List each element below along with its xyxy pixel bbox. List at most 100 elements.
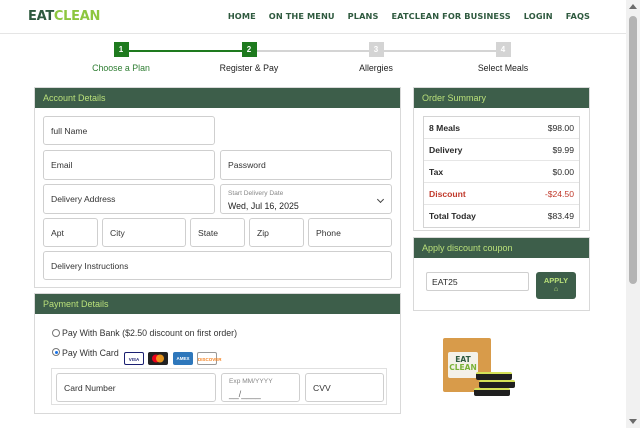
summary-row-meals: 8 Meals $98.00: [424, 117, 579, 139]
step-register-pay[interactable]: 2 Register & Pay: [194, 42, 304, 73]
apt-placeholder: Apt: [51, 227, 64, 238]
email-input[interactable]: Email: [43, 150, 215, 180]
nav-on-the-menu[interactable]: ON THE MENU: [269, 11, 335, 21]
step-label-1: Choose a Plan: [92, 63, 150, 73]
start-date-label: Start Delivery Date: [228, 190, 284, 197]
phone-input[interactable]: Phone: [308, 218, 392, 247]
city-placeholder: City: [110, 227, 125, 238]
summary-row-delivery: Delivery $9.99: [424, 139, 579, 161]
card-number-input[interactable]: Card Number: [56, 373, 216, 402]
page-scrollbar[interactable]: [626, 0, 640, 428]
password-input[interactable]: Password: [220, 150, 392, 180]
full-name-input[interactable]: full Name: [43, 116, 215, 145]
discount-coupon-title: Apply discount coupon: [414, 238, 589, 258]
summary-label-delivery: Delivery: [429, 144, 463, 155]
card-number-placeholder: Card Number: [64, 382, 116, 393]
bag-logo-clean: CLEAN: [449, 363, 477, 372]
step-label-3: Allergies: [359, 63, 393, 73]
bag-label: EAT CLEAN: [448, 352, 478, 378]
account-details-title: Account Details: [35, 88, 400, 108]
scroll-up-arrow-icon[interactable]: [629, 4, 637, 9]
nav-login[interactable]: LOGIN: [524, 11, 553, 21]
main-nav: HOME ON THE MENU PLANS EATCLEAN FOR BUSI…: [228, 11, 590, 21]
step-number-1: 1: [113, 42, 129, 57]
phone-placeholder: Phone: [316, 227, 341, 238]
card-fields-group: Card Number Exp MM/YYYY __/____ CVV: [51, 368, 387, 405]
summary-value-tax: $0.00: [552, 166, 574, 177]
pay-with-card-label[interactable]: Pay With Card: [62, 348, 119, 358]
summary-value-discount: -$24.50: [544, 188, 574, 199]
footer-text-cutoff: [40, 421, 580, 427]
summary-label-tax: Tax: [429, 166, 444, 177]
tag-icon: ⌂: [553, 286, 559, 293]
summary-label-meals: 8 Meals: [429, 122, 461, 133]
eatclean-logo[interactable]: EATCLEAN: [28, 9, 100, 24]
full-name-placeholder: full Name: [51, 125, 88, 136]
summary-value-delivery: $9.99: [552, 144, 574, 155]
delivery-address-input[interactable]: Delivery Address: [43, 184, 215, 214]
discover-card-icon: DISCOVER: [197, 352, 222, 365]
summary-row-tax: Tax $0.00: [424, 161, 579, 183]
state-input[interactable]: State: [190, 218, 245, 247]
step-select-meals[interactable]: 4 Select Meals: [448, 42, 558, 73]
coupon-code-value: EAT25: [432, 277, 458, 287]
pay-with-card-radio[interactable]: [52, 348, 60, 356]
apply-coupon-button[interactable]: APPLY ⌂: [536, 272, 576, 299]
visa-card-icon: VISA: [124, 352, 144, 365]
discount-coupon-panel: Apply discount coupon EAT25 APPLY ⌂: [413, 237, 590, 311]
meal-container: [476, 372, 512, 380]
step-number-2: 2: [241, 42, 257, 57]
chevron-down-icon: [376, 195, 385, 204]
order-summary-title: Order Summary: [414, 88, 589, 108]
summary-value-total: $83.49: [547, 211, 574, 221]
logo-clean: CLEAN: [53, 9, 101, 24]
delivery-address-placeholder: Delivery Address: [51, 194, 116, 204]
state-placeholder: State: [198, 227, 219, 238]
checkout-stepper: 1 Choose a Plan 2 Register & Pay 3 Aller…: [0, 42, 626, 82]
meal-container: [479, 380, 515, 388]
step-number-4: 4: [495, 42, 511, 57]
nav-plans[interactable]: PLANS: [348, 11, 379, 21]
order-summary-table: 8 Meals $98.00 Delivery $9.99 Tax $0.00 …: [423, 116, 580, 228]
start-delivery-date-select[interactable]: Start Delivery Date Wed, Jul 16, 2025: [220, 184, 392, 214]
step-label-4: Select Meals: [477, 63, 529, 73]
summary-row-total: Total Today $83.49: [424, 205, 579, 227]
delivery-instructions-placeholder: Delivery Instructions: [51, 260, 129, 271]
apply-button-label: APPLY: [543, 276, 569, 285]
scroll-down-arrow-icon[interactable]: [629, 419, 637, 424]
pay-with-bank-label[interactable]: Pay With Bank ($2.50 discount on first o…: [62, 328, 237, 338]
scroll-thumb[interactable]: [629, 16, 637, 284]
summary-label-total: Total Today: [429, 211, 476, 221]
site-header: EATCLEAN HOME ON THE MENU PLANS EATCLEAN…: [0, 0, 626, 34]
order-summary-panel: Order Summary 8 Meals $98.00 Delivery $9…: [413, 87, 590, 231]
step-label-2: Register & Pay: [219, 63, 279, 73]
password-placeholder: Password: [228, 160, 266, 170]
expiry-label: Exp MM/YYYY: [229, 378, 273, 385]
step-choose-plan[interactable]: 1 Choose a Plan: [66, 42, 176, 73]
pay-with-bank-radio[interactable]: [52, 329, 60, 337]
mastercard-icon: [148, 352, 168, 365]
summary-label-discount: Discount: [429, 188, 466, 199]
nav-faqs[interactable]: FAQS: [566, 11, 590, 21]
email-placeholder: Email: [51, 160, 73, 170]
expiry-mask: __/____: [229, 389, 261, 399]
zip-placeholder: Zip: [257, 227, 269, 238]
delivery-instructions-input[interactable]: Delivery Instructions: [43, 251, 392, 280]
cvv-input[interactable]: CVV: [305, 373, 384, 402]
payment-details-title: Payment Details: [35, 294, 400, 314]
apt-input[interactable]: Apt: [43, 218, 98, 247]
city-input[interactable]: City: [102, 218, 186, 247]
step-number-3: 3: [368, 42, 384, 57]
nav-business[interactable]: EATCLEAN FOR BUSINESS: [391, 11, 510, 21]
amex-card-icon: AMEX: [173, 352, 193, 365]
nav-home[interactable]: HOME: [228, 11, 256, 21]
account-details-panel: Account Details full Name Email Password…: [34, 87, 401, 288]
step-allergies[interactable]: 3 Allergies: [321, 42, 431, 73]
summary-row-discount: Discount -$24.50: [424, 183, 579, 205]
cvv-placeholder: CVV: [313, 382, 331, 393]
card-expiry-input[interactable]: Exp MM/YYYY __/____: [221, 373, 300, 402]
zip-input[interactable]: Zip: [249, 218, 304, 247]
meal-container: [474, 388, 510, 396]
start-date-value: Wed, Jul 16, 2025: [228, 201, 299, 211]
coupon-code-input[interactable]: EAT25: [426, 272, 529, 291]
